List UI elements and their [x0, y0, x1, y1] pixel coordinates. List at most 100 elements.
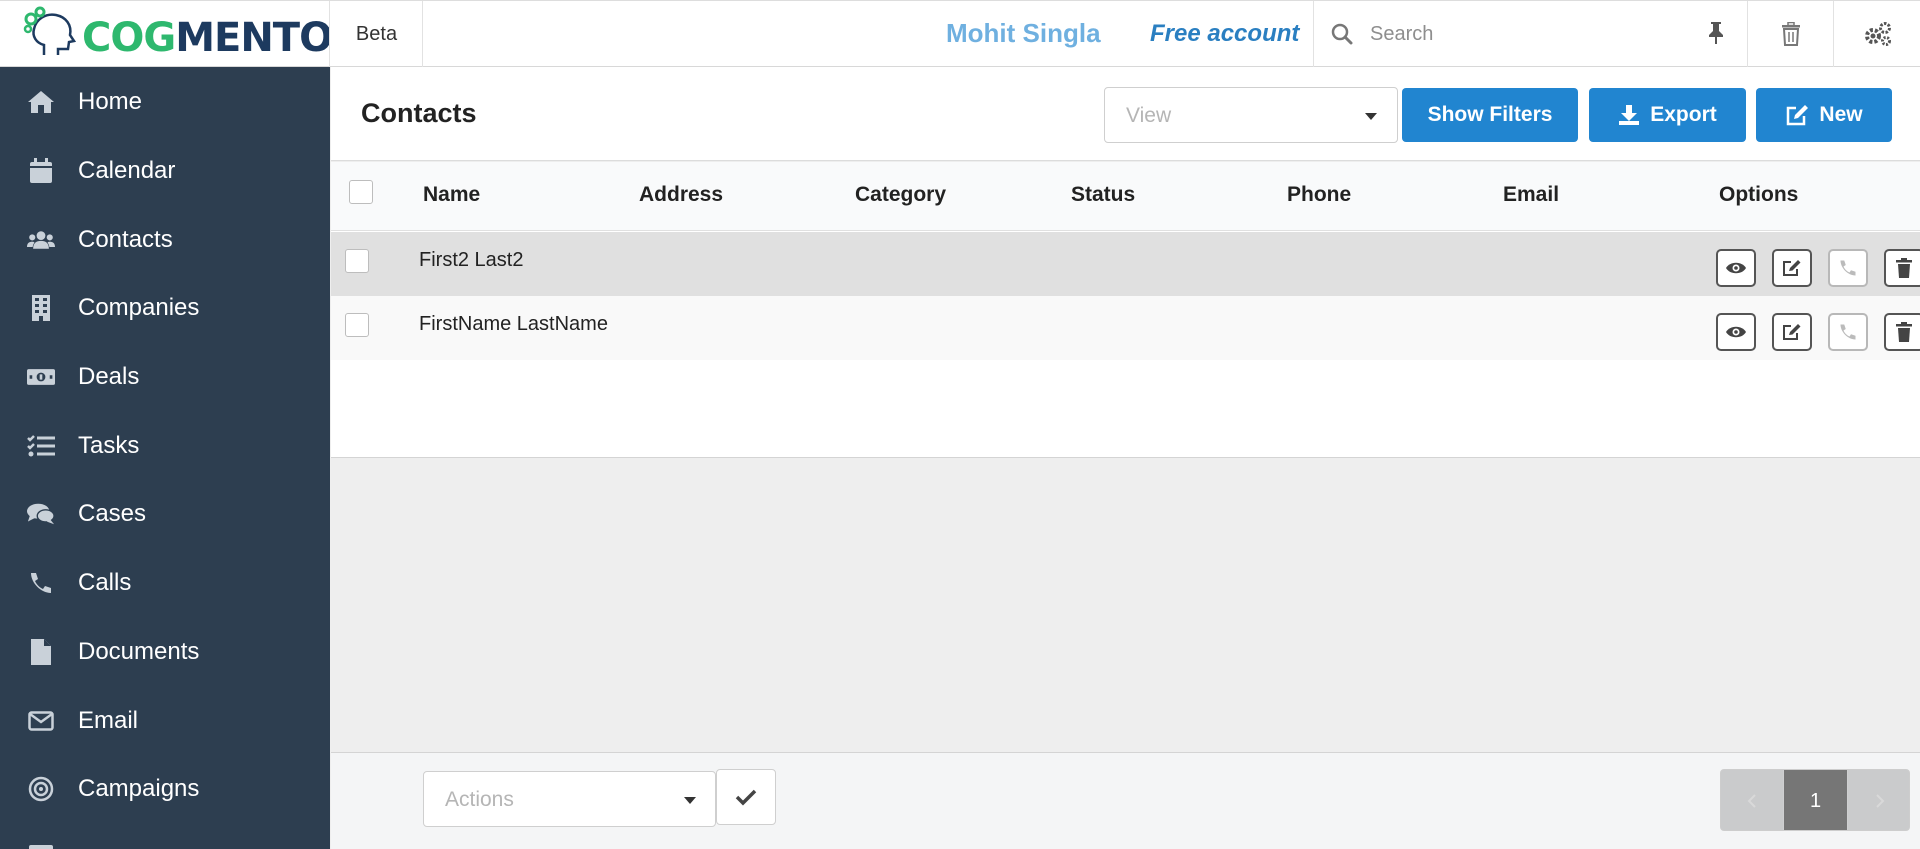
- column-header-category[interactable]: Category: [855, 183, 946, 207]
- apply-action-button[interactable]: [716, 769, 776, 825]
- column-header-email[interactable]: Email: [1503, 183, 1559, 207]
- edit-button[interactable]: [1772, 249, 1812, 287]
- column-header-options: Options: [1719, 183, 1799, 206]
- gears-icon: [1864, 22, 1891, 46]
- table-row[interactable]: First2 Last2: [331, 232, 1920, 296]
- sidebar-item-tasks[interactable]: Tasks: [0, 418, 330, 474]
- calendar-icon: [27, 157, 55, 185]
- sidebar-item-label: Calendar: [78, 157, 176, 184]
- edit-icon: [1783, 324, 1801, 340]
- sidebar-item-label: Campaigns: [78, 775, 200, 802]
- grid-icon: [27, 843, 55, 849]
- view-button[interactable]: [1716, 249, 1756, 287]
- show-filters-label: Show Filters: [1427, 103, 1553, 126]
- sidebar-item-campaigns[interactable]: Campaigns: [0, 761, 330, 817]
- sidebar-item-email[interactable]: Email: [0, 693, 330, 749]
- chevron-right-icon: [1875, 794, 1884, 808]
- row-checkbox[interactable]: [345, 313, 369, 337]
- contacts-table: Name Address Category Status Phone Email…: [331, 162, 1920, 458]
- sidebar-item-label: Email: [78, 707, 139, 734]
- page-title: Contacts: [361, 98, 477, 128]
- trash-icon: [1896, 258, 1912, 278]
- content-header: Contacts View Show Filters Export New: [331, 67, 1920, 161]
- phone-icon: [1840, 260, 1856, 276]
- sidebar-item-label: Deals: [78, 363, 140, 390]
- top-bar: COGMENTO Beta Mohit Singla Free account: [0, 0, 1920, 67]
- logo-text: COGMENTO: [82, 15, 330, 61]
- pagination: 1: [1720, 769, 1910, 831]
- table-row[interactable]: FirstName LastName: [331, 296, 1920, 360]
- edit-icon: [1783, 260, 1801, 276]
- search-input[interactable]: [1356, 15, 1656, 53]
- users-icon: [27, 226, 55, 254]
- actions-dropdown[interactable]: Actions: [423, 771, 716, 827]
- phone-icon: [27, 569, 55, 597]
- contact-name-link[interactable]: FirstName LastName: [419, 313, 608, 336]
- sidebar-item-cases[interactable]: Cases: [0, 486, 330, 542]
- beta-label: Beta: [331, 1, 423, 67]
- pin-icon[interactable]: [1707, 21, 1725, 45]
- view-dropdown-placeholder: View: [1126, 104, 1172, 127]
- tasks-icon: [27, 432, 55, 460]
- bullseye-icon: [27, 775, 55, 803]
- next-page-button[interactable]: [1848, 770, 1909, 830]
- sidebar-item-calendar[interactable]: Calendar: [0, 143, 330, 199]
- settings-button[interactable]: [1833, 1, 1919, 67]
- current-page[interactable]: 1: [1784, 770, 1847, 830]
- call-button[interactable]: [1828, 313, 1868, 351]
- eye-icon: [1726, 326, 1746, 338]
- phone-icon: [1840, 324, 1856, 340]
- chevron-left-icon: [1747, 794, 1756, 808]
- edit-icon: [1787, 105, 1809, 126]
- sidebar-item-label: Home: [78, 88, 143, 115]
- trash-button[interactable]: [1747, 1, 1833, 67]
- call-button[interactable]: [1828, 249, 1868, 287]
- column-header-address[interactable]: Address: [639, 183, 723, 207]
- contact-name-link[interactable]: First2 Last2: [419, 249, 523, 272]
- caret-down-icon: [684, 797, 696, 804]
- view-dropdown[interactable]: View: [1104, 87, 1398, 143]
- logo[interactable]: COGMENTO: [0, 1, 330, 67]
- delete-button[interactable]: [1884, 313, 1920, 351]
- home-icon: [27, 88, 55, 116]
- table-footer: Actions 1: [331, 752, 1920, 849]
- view-button[interactable]: [1716, 313, 1756, 351]
- sidebar-item-more[interactable]: [0, 829, 330, 849]
- sidebar-item-companies[interactable]: Companies: [0, 280, 330, 336]
- account-type: Free account: [1150, 20, 1300, 47]
- export-label: Export: [1650, 103, 1717, 126]
- search-icon: [1331, 23, 1353, 45]
- sidebar-item-deals[interactable]: Deals: [0, 349, 330, 405]
- sidebar-item-label: Documents: [78, 638, 200, 665]
- sidebar-item-documents[interactable]: Documents: [0, 624, 330, 680]
- trash-icon: [1896, 322, 1912, 342]
- sidebar-item-label: Contacts: [78, 226, 173, 253]
- download-icon: [1619, 105, 1640, 125]
- actions-dropdown-placeholder: Actions: [445, 788, 514, 811]
- brain-gears-icon: [23, 6, 77, 55]
- money-icon: [27, 363, 55, 391]
- previous-page-button[interactable]: [1721, 770, 1783, 830]
- search-box: [1313, 1, 1747, 67]
- sidebar-item-contacts[interactable]: Contacts: [0, 212, 330, 268]
- export-button[interactable]: Export: [1589, 88, 1746, 142]
- delete-button[interactable]: [1884, 249, 1920, 287]
- column-header-phone[interactable]: Phone: [1287, 183, 1351, 207]
- row-checkbox[interactable]: [345, 249, 369, 273]
- edit-button[interactable]: [1772, 313, 1812, 351]
- sidebar-item-label: Calls: [78, 569, 132, 596]
- column-header-status[interactable]: Status: [1071, 183, 1135, 207]
- comments-icon: [27, 500, 55, 528]
- show-filters-button[interactable]: Show Filters: [1402, 88, 1578, 142]
- sidebar-item-calls[interactable]: Calls: [0, 555, 330, 611]
- sidebar-item-label: Tasks: [78, 432, 140, 459]
- sidebar: Home Calendar Contacts Companies Deals T…: [0, 67, 330, 849]
- sidebar-item-label: Companies: [78, 294, 200, 321]
- eye-icon: [1726, 262, 1746, 274]
- select-all-checkbox[interactable]: [349, 180, 373, 204]
- sidebar-item-home[interactable]: Home: [0, 74, 330, 130]
- trash-icon: [1781, 22, 1800, 46]
- caret-down-icon: [1365, 113, 1377, 120]
- column-header-name[interactable]: Name: [423, 183, 480, 207]
- new-button[interactable]: New: [1756, 88, 1892, 142]
